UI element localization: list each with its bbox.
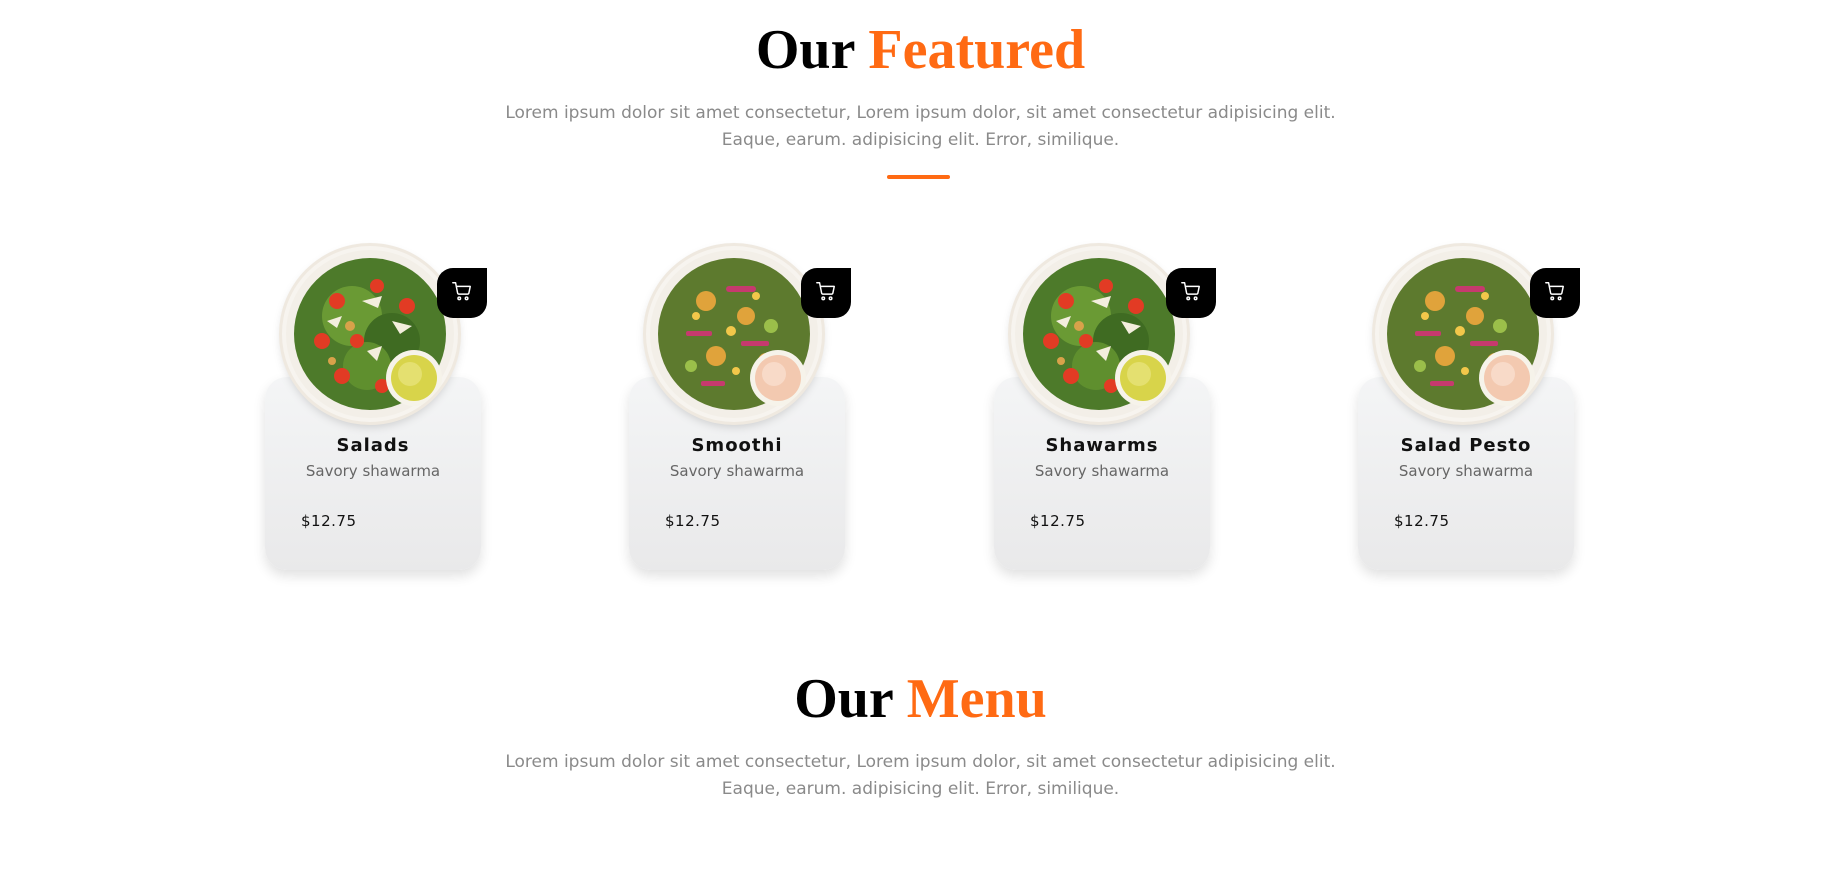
card-subtitle: Savory shawarma <box>669 462 805 480</box>
card-price: $12.75 <box>1030 512 1086 530</box>
menu-description-line2: Eaque, earum. adipisicing elit. Error, s… <box>721 779 1120 799</box>
shopping-cart-icon <box>815 280 837 307</box>
shopping-cart-icon <box>451 280 473 307</box>
salad-bowl-icon <box>1011 246 1187 422</box>
featured-divider <box>887 175 950 179</box>
featured-card[interactable]: Salads Savory shawarma $12.75 <box>265 246 487 570</box>
menu-description-line1: Lorem ipsum dolor sit amet consectetur, … <box>505 752 1336 772</box>
featured-title-main: Our <box>755 19 855 81</box>
grain-bowl-icon <box>1375 246 1551 422</box>
featured-description-line1: Lorem ipsum dolor sit amet consectetur, … <box>505 103 1336 123</box>
featured-card[interactable]: Salad Pesto Savory shawarma $12.75 <box>1358 246 1580 570</box>
add-to-cart-button[interactable] <box>1530 268 1580 318</box>
menu-title-main: Our <box>794 668 893 730</box>
grain-bowl-icon <box>646 246 822 422</box>
add-to-cart-button[interactable] <box>1166 268 1216 318</box>
card-title: Salad Pesto <box>1400 435 1532 456</box>
featured-description-line2: Eaque, earum. adipisicing elit. Error, s… <box>721 130 1120 150</box>
card-price: $12.75 <box>301 512 357 530</box>
card-title: Shawarms <box>1045 435 1159 456</box>
add-to-cart-button[interactable] <box>801 268 851 318</box>
card-price: $12.75 <box>665 512 721 530</box>
card-subtitle: Savory shawarma <box>305 462 441 480</box>
card-title: Salads <box>336 435 410 456</box>
menu-title: Our Menu <box>0 667 1841 731</box>
salad-bowl-icon <box>282 246 458 422</box>
menu-title-accent: Menu <box>906 668 1047 730</box>
card-subtitle: Savory shawarma <box>1034 462 1170 480</box>
card-title: Smoothi <box>691 435 783 456</box>
featured-card[interactable]: Smoothi Savory shawarma $12.75 <box>629 246 851 570</box>
add-to-cart-button[interactable] <box>437 268 487 318</box>
shopping-cart-icon <box>1544 280 1566 307</box>
card-subtitle: Savory shawarma <box>1398 462 1534 480</box>
card-price: $12.75 <box>1394 512 1450 530</box>
featured-card[interactable]: Shawarms Savory shawarma $12.75 <box>994 246 1216 570</box>
featured-title-accent: Featured <box>868 19 1086 81</box>
shopping-cart-icon <box>1180 280 1202 307</box>
featured-title: Our Featured <box>0 18 1841 82</box>
